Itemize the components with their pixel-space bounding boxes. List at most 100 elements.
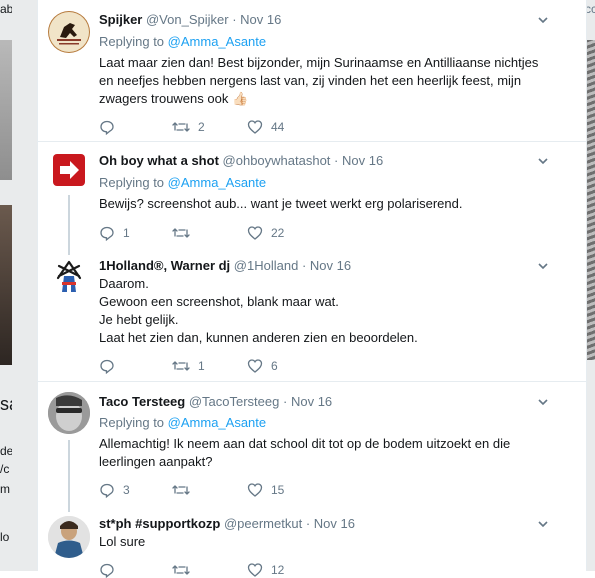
chevron-down-icon[interactable] (538, 519, 548, 529)
background-text: lo (0, 530, 10, 544)
tweet[interactable]: Spijker @Von_Spijker · Nov 16 Replying t… (38, 0, 586, 141)
tweet[interactable]: 1Holland®, Warner dj @1Holland · Nov 16 … (38, 250, 586, 381)
retweet-button[interactable] (172, 482, 198, 498)
heart-icon (247, 120, 263, 134)
avatar[interactable] (53, 154, 85, 186)
tweet-text: Allemachtig! Ik neem aan dat school dit … (99, 435, 559, 471)
retweet-button[interactable] (172, 562, 190, 578)
profile-photo-icon (48, 516, 90, 558)
heart-icon (247, 483, 263, 497)
replying-label: Replying to (99, 34, 165, 49)
display-name[interactable]: 1Holland®, Warner dj (99, 258, 230, 273)
reply-icon (100, 563, 114, 578)
like-button[interactable]: 15 (247, 482, 284, 498)
reply-button[interactable] (99, 119, 123, 135)
mention-link[interactable]: @Amma_Asante (168, 415, 266, 430)
replying-to: Replying to @Amma_Asante (99, 34, 266, 49)
heart-icon (247, 226, 263, 240)
tweet-line: zwagers trouwens ook 👍🏻 (99, 91, 249, 106)
background-photo (0, 40, 12, 180)
mention-link[interactable]: @Amma_Asante (168, 34, 266, 49)
tweet-line: Lol sure (99, 534, 146, 549)
user-handle[interactable]: @Von_Spijker (146, 12, 229, 27)
avatar[interactable] (53, 258, 85, 296)
chevron-down-icon[interactable] (538, 261, 548, 271)
reply-icon (100, 483, 114, 498)
timestamp[interactable]: Nov 16 (240, 12, 281, 27)
display-name[interactable]: st*ph #supportkozp (99, 516, 220, 531)
tweet-text: Lol sure (99, 533, 559, 551)
avatar[interactable] (48, 11, 90, 53)
chevron-down-icon[interactable] (538, 15, 548, 25)
like-button[interactable]: 22 (247, 225, 284, 241)
reply-button[interactable]: 1 (99, 225, 130, 241)
tweet-line: leerlingen aanpakt? (99, 454, 213, 469)
mention-link[interactable]: @Amma_Asante (168, 175, 266, 190)
background-text: sa (0, 394, 12, 414)
replying-label: Replying to (99, 175, 165, 190)
retweet-count: 2 (198, 120, 205, 134)
like-count: 6 (271, 359, 278, 373)
reply-icon (100, 120, 114, 135)
timestamp[interactable]: Nov 16 (291, 394, 332, 409)
tweet-text: Laat maar zien dan! Best bijzonder, mijn… (99, 54, 559, 108)
tweet-line: Je hebt gelijk. (99, 312, 179, 327)
tweet-line: Gewoon een screenshot, blank maar wat. (99, 294, 339, 309)
retweet-count: 1 (198, 359, 205, 373)
reply-icon (100, 359, 114, 374)
retweet-icon (172, 565, 190, 575)
like-count: 15 (271, 483, 285, 497)
timestamp[interactable]: Nov 16 (342, 153, 383, 168)
heart-icon (247, 359, 263, 373)
reply-button[interactable] (99, 562, 115, 578)
tweet-line: Bewijs? screenshot aub... want je tweet … (99, 196, 463, 211)
background-text: m (0, 482, 10, 496)
avatar[interactable] (48, 516, 90, 558)
reply-button[interactable] (99, 358, 123, 374)
like-button[interactable]: 12 (247, 562, 284, 578)
background-photo (0, 205, 12, 365)
display-name[interactable]: Spijker (99, 12, 142, 27)
thread-line (68, 440, 70, 512)
replying-to: Replying to @Amma_Asante (99, 415, 266, 430)
user-handle[interactable]: @peermetkut (224, 516, 302, 531)
like-button[interactable]: 6 (247, 358, 278, 374)
separator-dot: · (305, 516, 311, 531)
retweet-button[interactable]: 1 (172, 358, 205, 374)
separator-dot: · (232, 12, 237, 27)
retweet-button[interactable]: 2 (172, 119, 205, 135)
separator-dot: · (301, 258, 307, 273)
retweet-icon (172, 228, 190, 238)
tweet-text: Bewijs? screenshot aub... want je tweet … (99, 195, 559, 213)
chevron-down-icon[interactable] (538, 397, 548, 407)
avatar[interactable] (48, 392, 90, 434)
tweet[interactable]: st*ph #supportkozp @peermetkut · Nov 16 … (38, 512, 586, 578)
reply-button[interactable]: 3 (99, 482, 130, 498)
retweet-button[interactable] (172, 225, 198, 241)
user-handle[interactable]: @1Holland (234, 258, 299, 273)
tweet[interactable]: Taco Tersteeg @TacoTersteeg · Nov 16 Rep… (38, 382, 586, 512)
replying-label: Replying to (99, 415, 165, 430)
thread-line (68, 195, 70, 255)
tweet-header: Spijker @Von_Spijker · Nov 16 (99, 12, 281, 27)
tweet-line: Laat het zien dan, kunnen anderen zien e… (99, 330, 418, 345)
background-text: ab (0, 2, 12, 16)
display-name[interactable]: Oh boy what a shot (99, 153, 219, 168)
tweet-line: en neefjes hebben nergens last van, zij … (99, 73, 522, 88)
retweet-icon (172, 485, 190, 495)
arrow-right-icon (54, 155, 84, 185)
timestamp[interactable]: Nov 16 (310, 258, 351, 273)
user-handle[interactable]: @ohboywhatashot (223, 153, 331, 168)
chevron-down-icon[interactable] (538, 156, 548, 166)
tweet[interactable]: Oh boy what a shot @ohboywhatashot · Nov… (38, 142, 586, 255)
retweet-icon (172, 122, 190, 132)
display-name[interactable]: Taco Tersteeg (99, 394, 185, 409)
like-button[interactable]: 44 (247, 119, 284, 135)
tweet-header: Taco Tersteeg @TacoTersteeg · Nov 16 (99, 394, 332, 409)
like-count: 44 (271, 120, 285, 134)
like-count: 22 (271, 226, 285, 240)
user-handle[interactable]: @TacoTersteeg (189, 394, 280, 409)
timestamp[interactable]: Nov 16 (314, 516, 355, 531)
profile-photo-icon (48, 392, 90, 434)
reply-count: 1 (123, 226, 130, 240)
